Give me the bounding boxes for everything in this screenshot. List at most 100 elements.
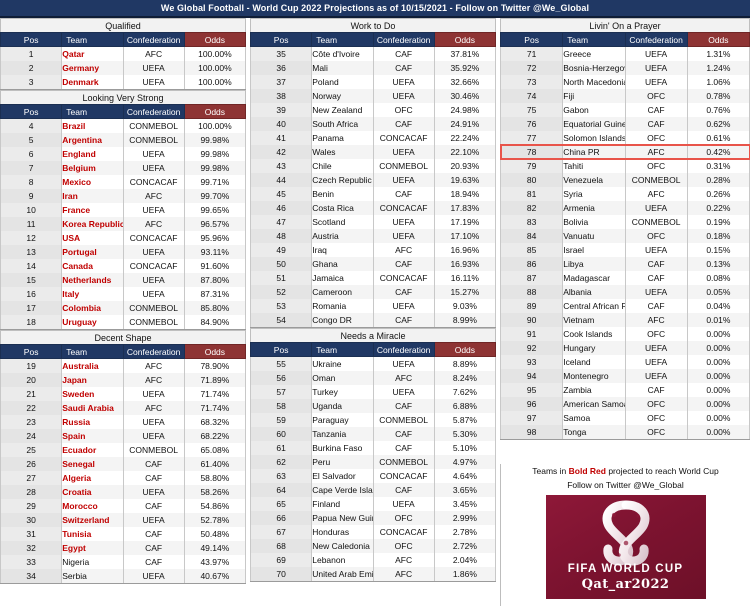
table-row[interactable]: 55 Ukraine UEFA 8.89%	[249, 356, 497, 371]
table-row[interactable]: 15 Netherlands UEFA 87.80%	[0, 273, 247, 287]
column-header-team[interactable]: Team	[61, 104, 124, 119]
column-header-team[interactable]: Team	[311, 342, 374, 357]
table-row[interactable]: 34 Serbia UEFA 40.67%	[0, 569, 247, 584]
table-row[interactable]: 48 Austria UEFA 17.10%	[249, 229, 497, 243]
table-row[interactable]: 94 Montenegro UEFA 0.00%	[499, 369, 750, 383]
table-row[interactable]: 81 Syria AFC 0.26%	[499, 187, 750, 201]
table-row[interactable]: 88 Albania UEFA 0.05%	[499, 285, 750, 299]
table-row[interactable]: 58 Uganda CAF 6.88%	[249, 399, 497, 413]
table-row[interactable]: 2 Germany UEFA 100.00%	[0, 61, 247, 75]
table-row[interactable]: 82 Armenia UEFA 0.22%	[499, 201, 750, 215]
table-row[interactable]: 39 New Zealand OFC 24.98%	[249, 103, 497, 117]
column-header-pos[interactable]: Pos	[249, 32, 313, 47]
column-header-team[interactable]: Team	[311, 32, 374, 47]
column-header-pos[interactable]: Pos	[0, 104, 63, 119]
table-row[interactable]: 3 Denmark UEFA 100.00%	[0, 75, 247, 90]
table-row[interactable]: 27 Algeria CAF 58.80%	[0, 471, 247, 485]
column-header-confederation[interactable]: Confederation	[624, 32, 688, 47]
table-row[interactable]: 35 Côte d'Ivoire CAF 37.81%	[249, 46, 497, 61]
table-row[interactable]: 9 Iran AFC 99.70%	[0, 189, 247, 203]
table-row[interactable]: 91 Cook Islands OFC 0.00%	[499, 327, 750, 341]
table-row[interactable]: 44 Czech Republic UEFA 19.63%	[249, 173, 497, 187]
table-row[interactable]: 10 France UEFA 99.65%	[0, 203, 247, 217]
table-row[interactable]: 20 Japan AFC 71.89%	[0, 373, 247, 387]
table-row[interactable]: 7 Belgium UEFA 99.98%	[0, 161, 247, 175]
table-row[interactable]: 19 Australia AFC 78.90%	[0, 358, 247, 373]
table-row[interactable]: 89Central African RepublicCAF0.04%	[499, 299, 750, 313]
table-row[interactable]: 57 Turkey UEFA 7.62%	[249, 385, 497, 399]
table-row[interactable]: 41 Panama CONCACAF 22.24%	[249, 131, 497, 145]
table-row[interactable]: 84 Vanuatu OFC 0.18%	[499, 229, 750, 243]
table-row[interactable]: 92 Hungary UEFA 0.00%	[499, 341, 750, 355]
table-row[interactable]: 40 South Africa CAF 24.91%	[249, 117, 497, 131]
table-row-highlighted[interactable]: 78 China PR AFC 0.42%	[499, 144, 750, 160]
table-row[interactable]: 49 Iraq AFC 16.96%	[249, 243, 497, 257]
table-row[interactable]: 11 Korea Republic AFC 96.57%	[0, 217, 247, 231]
table-row[interactable]: 62 Peru CONMEBOL 4.97%	[249, 455, 497, 469]
table-row[interactable]: 66Papua New GuineaOFC2.99%	[249, 511, 497, 525]
column-header-pos[interactable]: Pos	[249, 342, 313, 357]
table-row[interactable]: 97 Samoa OFC 0.00%	[499, 411, 750, 425]
column-header-confederation[interactable]: Confederation	[372, 342, 435, 357]
table-row[interactable]: 47 Scotland UEFA 17.19%	[249, 215, 497, 229]
table-row[interactable]: 64Cape Verde IslandsCAF3.65%	[249, 483, 497, 497]
column-header-pos[interactable]: Pos	[499, 32, 564, 47]
table-row[interactable]: 29 Morocco CAF 54.86%	[0, 499, 247, 513]
table-row[interactable]: 12 USA CONCACAF 95.96%	[0, 231, 247, 245]
column-header-confederation[interactable]: Confederation	[372, 32, 435, 47]
table-row[interactable]: 80 Venezuela CONMEBOL 0.28%	[499, 173, 750, 187]
table-row[interactable]: 63 El Salvador CONCACAF 4.64%	[249, 469, 497, 483]
table-row[interactable]: 79 Tahiti OFC 0.31%	[499, 159, 750, 173]
table-row[interactable]: 50 Ghana CAF 16.93%	[249, 257, 497, 271]
column-header-confederation[interactable]: Confederation	[122, 104, 185, 119]
table-row[interactable]: 87 Madagascar CAF 0.08%	[499, 271, 750, 285]
table-row[interactable]: 16 Italy UEFA 87.31%	[0, 287, 247, 301]
table-row[interactable]: 72Bosnia-HerzegovinaUEFA1.24%	[499, 61, 750, 75]
table-row[interactable]: 33 Nigeria CAF 43.97%	[0, 555, 247, 569]
table-row[interactable]: 69 Lebanon AFC 2.04%	[249, 553, 497, 567]
table-row[interactable]: 67 Honduras CONCACAF 2.78%	[249, 525, 497, 539]
table-row[interactable]: 56 Oman AFC 8.24%	[249, 371, 497, 385]
table-row[interactable]: 60 Tanzania CAF 5.30%	[249, 427, 497, 441]
table-row[interactable]: 36 Mali CAF 35.92%	[249, 61, 497, 75]
table-row[interactable]: 14 Canada CONCACAF 91.60%	[0, 259, 247, 273]
table-row[interactable]: 21 Sweden UEFA 71.74%	[0, 387, 247, 401]
table-row[interactable]: 95 Zambia CAF 0.00%	[499, 383, 750, 397]
table-row[interactable]: 77 Solomon Islands OFC 0.61%	[499, 131, 750, 145]
table-row[interactable]: 54 Congo DR CAF 8.99%	[249, 313, 497, 328]
table-row[interactable]: 83 Bolivia CONMEBOL 0.19%	[499, 215, 750, 229]
table-row[interactable]: 6 England UEFA 99.98%	[0, 147, 247, 161]
table-row[interactable]: 71 Greece UEFA 1.31%	[499, 46, 750, 61]
column-header-team[interactable]: Team	[61, 32, 124, 47]
column-header-confederation[interactable]: Confederation	[122, 32, 185, 47]
table-row[interactable]: 37 Poland UEFA 32.66%	[249, 75, 497, 89]
table-row[interactable]: 51 Jamaica CONCACAF 16.11%	[249, 271, 497, 285]
table-row[interactable]: 86 Libya CAF 0.13%	[499, 257, 750, 271]
table-row[interactable]: 65 Finland UEFA 3.45%	[249, 497, 497, 511]
column-header-team[interactable]: Team	[562, 32, 626, 47]
table-row[interactable]: 24 Spain UEFA 68.22%	[0, 429, 247, 443]
column-header-odds[interactable]: Odds	[183, 104, 247, 119]
column-header-pos[interactable]: Pos	[0, 32, 63, 47]
table-row[interactable]: 73 North Macedonia UEFA 1.06%	[499, 75, 750, 89]
table-row[interactable]: 25 Ecuador CONMEBOL 65.08%	[0, 443, 247, 457]
table-row[interactable]: 18 Uruguay CONMEBOL 84.90%	[0, 315, 247, 330]
column-header-odds[interactable]: Odds	[686, 32, 750, 47]
table-row[interactable]: 8 Mexico CONCACAF 99.71%	[0, 175, 247, 189]
table-row[interactable]: 61 Burkina Faso CAF 5.10%	[249, 441, 497, 455]
table-row[interactable]: 22 Saudi Arabia AFC 71.74%	[0, 401, 247, 415]
table-row[interactable]: 75 Gabon CAF 0.76%	[499, 103, 750, 117]
table-row[interactable]: 28 Croatia UEFA 58.26%	[0, 485, 247, 499]
table-row[interactable]: 32 Egypt CAF 49.14%	[0, 541, 247, 555]
column-header-odds[interactable]: Odds	[433, 342, 497, 357]
table-row[interactable]: 98 Tonga OFC 0.00%	[499, 425, 750, 440]
table-row[interactable]: 85 Israel UEFA 0.15%	[499, 243, 750, 257]
column-header-odds[interactable]: Odds	[433, 32, 497, 47]
table-row[interactable]: 96 American Samoa OFC 0.00%	[499, 397, 750, 411]
table-row[interactable]: 42 Wales UEFA 22.10%	[249, 145, 497, 159]
table-row[interactable]: 53 Romania UEFA 9.03%	[249, 299, 497, 313]
table-row[interactable]: 43 Chile CONMEBOL 20.93%	[249, 159, 497, 173]
table-row[interactable]: 1 Qatar AFC 100.00%	[0, 46, 247, 61]
table-row[interactable]: 30 Switzerland UEFA 52.78%	[0, 513, 247, 527]
table-row[interactable]: 26 Senegal CAF 61.40%	[0, 457, 247, 471]
